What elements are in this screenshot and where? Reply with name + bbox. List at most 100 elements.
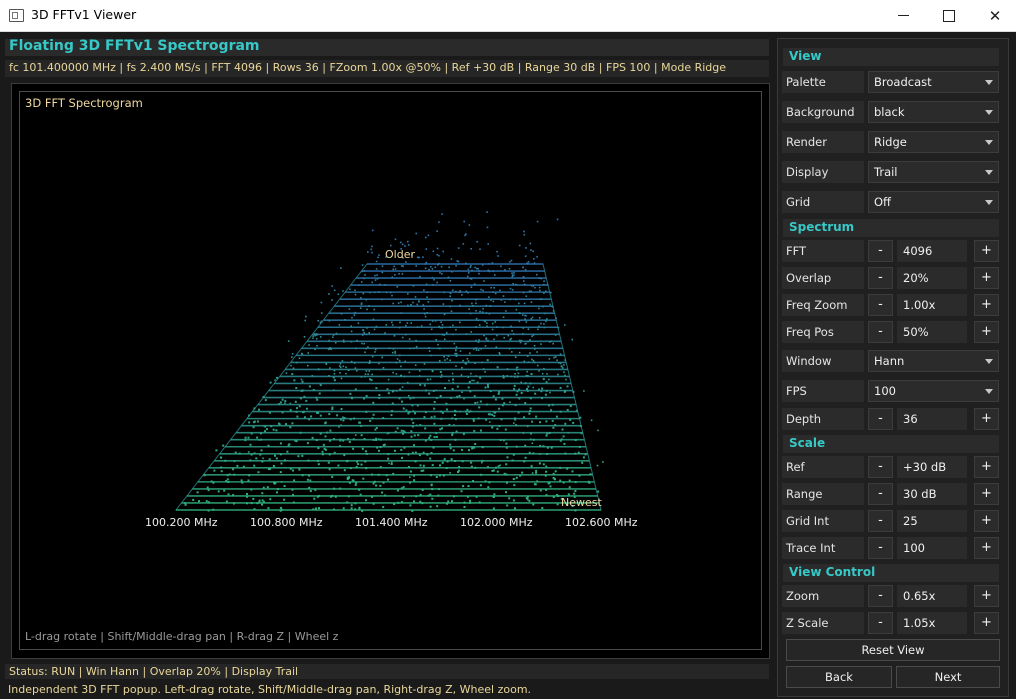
spectrum-point (412, 396, 415, 399)
zoom-decrement-button[interactable]: - (868, 585, 893, 607)
spectrum-point (338, 324, 341, 326)
overlap-value[interactable]: 20% (897, 267, 967, 289)
fft-decrement-button[interactable]: - (868, 240, 893, 262)
trace-int-decrement-button[interactable]: - (868, 537, 893, 559)
spectrum-point (424, 267, 427, 270)
depth-label: Depth (782, 408, 864, 430)
spectrum-point (329, 429, 332, 432)
zoom-increment-button[interactable]: + (974, 585, 999, 607)
back-button[interactable]: Back (786, 666, 892, 688)
palette-select[interactable]: Broadcast (868, 71, 999, 93)
spectrum-point (291, 373, 294, 376)
freq-zoom-decrement-button[interactable]: - (868, 294, 893, 316)
ref-value[interactable]: +30 dB (897, 456, 967, 478)
spectrum-point (390, 244, 392, 247)
ref-decrement-button[interactable]: - (868, 456, 893, 478)
range-increment-button[interactable]: + (974, 483, 999, 505)
grid-int-decrement-button[interactable]: - (868, 510, 893, 532)
spectrogram-plot[interactable]: Older Newest 100.200 MHz 100.800 MHz 101… (11, 83, 770, 659)
spectrum-point (386, 388, 389, 391)
reset-view-button[interactable]: Reset View (786, 639, 1000, 661)
spectrum-point (432, 284, 434, 286)
range-decrement-button[interactable]: - (868, 483, 893, 505)
spectrum-point (454, 352, 456, 355)
ref-label: Ref (782, 456, 864, 478)
spectrum-point (459, 321, 461, 324)
spectrum-point (340, 366, 342, 369)
spectrum-point (454, 438, 457, 441)
z-scale-decrement-button[interactable]: - (868, 612, 893, 634)
spectrum-point (492, 507, 495, 510)
window-select[interactable]: Hann (868, 350, 999, 372)
spectrum-point (479, 376, 482, 379)
spectrum-point (443, 458, 446, 461)
spectrum-point (486, 384, 489, 387)
spectrum-point (515, 424, 518, 427)
spectrum-point (441, 324, 444, 326)
minimize-icon (897, 15, 909, 16)
control-panel: View Palette Broadcast Background black … (777, 38, 1009, 697)
spectrum-point (500, 299, 503, 301)
spectrum-point (571, 338, 573, 341)
spectrum-point (439, 428, 442, 431)
spectrum-point (287, 444, 290, 447)
ref-increment-button[interactable]: + (974, 456, 999, 478)
spectrum-point (407, 466, 410, 468)
spectrum-point (552, 426, 555, 429)
spectrum-point (436, 247, 439, 250)
spectrum-point (443, 334, 445, 336)
spectrum-point (527, 261, 530, 263)
maximize-button[interactable] (926, 0, 972, 31)
spectrum-point (396, 427, 399, 430)
spectrum-point (433, 407, 436, 410)
fft-value[interactable]: 4096 (897, 240, 967, 262)
freq-pos-increment-button[interactable]: + (974, 321, 999, 343)
grid-int-increment-button[interactable]: + (974, 510, 999, 532)
spectrum-point (414, 412, 416, 415)
spectrum-point (257, 420, 260, 423)
spectrum-point (451, 372, 454, 375)
spectrum-point (535, 415, 538, 418)
spectrum-point (365, 298, 368, 301)
grid-select[interactable]: Off (868, 191, 999, 213)
spectrum-point (431, 464, 434, 467)
trace-int-value[interactable]: 100 (897, 537, 967, 559)
spectrum-point (393, 503, 396, 505)
spectrum-point (478, 270, 480, 272)
next-button[interactable]: Next (896, 666, 1000, 688)
render-select[interactable]: Ridge (868, 131, 999, 153)
depth-decrement-button[interactable]: - (868, 408, 893, 430)
trace-int-increment-button[interactable]: + (974, 537, 999, 559)
freq-zoom-value[interactable]: 1.00x (897, 294, 967, 316)
spectrum-point (369, 360, 371, 362)
overlap-decrement-button[interactable]: - (868, 267, 893, 289)
spectrum-point (493, 411, 496, 414)
grid-int-value[interactable]: 25 (897, 510, 967, 532)
depth-increment-button[interactable]: + (974, 408, 999, 430)
spectrum-point (505, 481, 508, 484)
spectrogram-canvas[interactable]: Older Newest 100.200 MHz 100.800 MHz 101… (12, 84, 769, 658)
background-select[interactable]: black (868, 101, 999, 123)
spectrum-point (412, 421, 415, 424)
spectrum-point (568, 486, 571, 489)
z-scale-label: Z Scale (782, 612, 864, 634)
display-select[interactable]: Trail (868, 161, 999, 183)
overlap-increment-button[interactable]: + (974, 267, 999, 289)
z-scale-increment-button[interactable]: + (974, 612, 999, 634)
fft-increment-button[interactable]: + (974, 240, 999, 262)
freq-pos-value[interactable]: 50% (897, 321, 967, 343)
spectrum-point (411, 425, 414, 428)
spectrum-point (466, 358, 469, 360)
z-scale-value[interactable]: 1.05x (897, 612, 967, 634)
range-value[interactable]: 30 dB (897, 483, 967, 505)
minimize-button[interactable] (880, 0, 926, 31)
spectrum-point (548, 378, 550, 381)
fps-select[interactable]: 100 (868, 380, 999, 402)
freq-pos-decrement-button[interactable]: - (868, 321, 893, 343)
zoom-value[interactable]: 0.65x (897, 585, 967, 607)
spectrum-point (523, 416, 525, 419)
depth-value[interactable]: 36 (897, 408, 967, 430)
spectrum-point (529, 339, 531, 341)
close-button[interactable]: ✕ (972, 0, 1016, 31)
freq-zoom-increment-button[interactable]: + (974, 294, 999, 316)
